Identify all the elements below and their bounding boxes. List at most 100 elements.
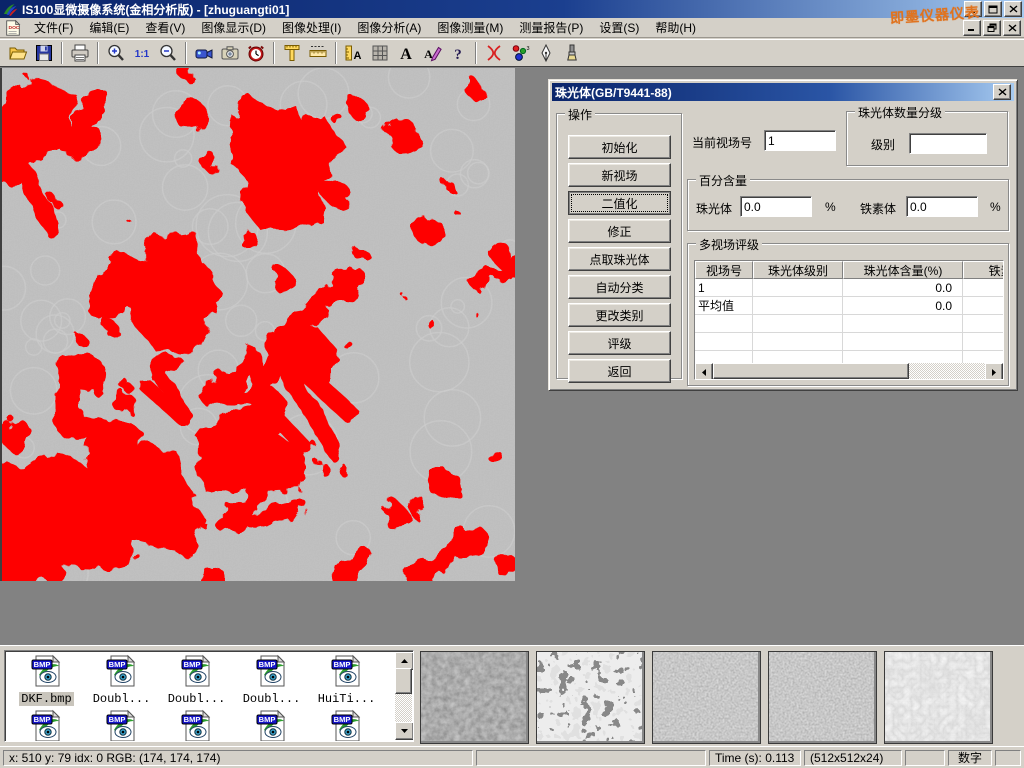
toolbar-separator [475,42,477,64]
measure-annotate-button[interactable]: A [341,41,367,65]
file-item[interactable]: BMP [234,709,309,742]
menu-item-1[interactable]: 编辑(E) [81,16,137,39]
file-item[interactable]: BMP [309,709,384,742]
op-button[interactable]: 点取珠光体 [568,247,671,271]
scroll-track[interactable] [713,363,985,379]
table-cell [695,333,753,350]
op-button[interactable]: 新视场 [568,163,671,187]
thumbnail-2[interactable] [536,651,645,744]
file-item[interactable]: BMPHuiTi... [309,654,384,706]
op-button[interactable]: 初始化 [568,135,671,159]
thumbnail-4[interactable] [768,651,877,744]
mdi-restore-button[interactable] [983,20,1001,36]
text-annotation-button[interactable]: A [393,41,419,65]
ruler-measure-button[interactable] [305,41,331,65]
level-label: 级别 [871,136,895,153]
print-button[interactable] [67,41,93,65]
table-row[interactable] [695,315,1003,333]
caliper-measure-button[interactable] [279,41,305,65]
svg-text:?: ? [454,47,462,63]
grid-tool-button[interactable] [367,41,393,65]
brush-tool-button[interactable] [559,41,585,65]
table-cell [963,315,1003,332]
current-field-input[interactable] [764,130,836,151]
menu-item-2[interactable]: 查看(V) [137,16,193,39]
status-spacer-panel [476,750,706,766]
table-horizontal-scrollbar[interactable] [695,363,1003,379]
menu-item-9[interactable]: 帮助(H) [647,16,704,39]
table-row[interactable] [695,333,1003,351]
file-item[interactable]: BMPDoubl... [159,654,234,706]
file-item[interactable]: BMP [84,709,159,742]
file-item[interactable]: BMP [9,709,84,742]
mdi-close-button[interactable] [1003,20,1021,36]
text-edit-button[interactable]: A [419,41,445,65]
micrograph-image[interactable] [2,68,515,581]
table-row[interactable]: 平均值0.0 [695,297,1003,315]
zoom-in-button[interactable] [103,41,129,65]
zoom-out-button[interactable] [155,41,181,65]
ferrite-percent-input[interactable] [906,196,978,217]
thumbnail-1[interactable] [420,651,529,744]
table-cell [843,315,963,332]
table-cell [963,333,1003,350]
maximize-button[interactable] [984,1,1002,17]
help-button[interactable]: ? [445,41,471,65]
video-capture-button[interactable] [191,41,217,65]
particle-classify-button[interactable]: 3 [507,41,533,65]
menu-item-6[interactable]: 图像测量(M) [429,16,511,39]
scroll-thumb[interactable] [713,363,909,379]
menu-item-7[interactable]: 测量报告(P) [511,16,591,39]
op-button[interactable]: 评级 [568,331,671,355]
level-input[interactable] [909,133,987,154]
close-button[interactable] [1004,1,1022,17]
curve-tool-button[interactable] [481,41,507,65]
pearlite-percent-input[interactable] [740,196,812,217]
file-name: Doubl... [241,692,303,706]
op-button[interactable]: 二值化 [568,191,671,215]
op-button[interactable]: 更改类别 [568,303,671,327]
table-cell: 0.0 [843,279,963,296]
table-row[interactable]: 10.0 [695,279,1003,297]
file-list-scrollbar[interactable] [395,652,412,740]
file-item[interactable]: BMPDoubl... [234,654,309,706]
timer-button[interactable] [243,41,269,65]
dialog-close-button[interactable] [993,84,1011,100]
bmp-file-icon: BMP [180,709,214,742]
multi-field-table: 视场号珠光体级别珠光体含量(%)铁素体含量(%) 10.0平均值0.0 [694,260,1004,380]
scroll-down-button[interactable] [395,722,414,740]
actual-size-icon: 1:1 [132,43,152,63]
menu-item-3[interactable]: 图像显示(D) [193,16,274,39]
svg-text:DOC: DOC [9,24,20,30]
close-icon [1009,5,1018,13]
thumbnail-5[interactable] [884,651,993,744]
arrow-left-icon [701,369,707,376]
open-file-button[interactable] [5,41,31,65]
thumbnail-3[interactable] [652,651,761,744]
mdi-minimize-button[interactable] [963,20,981,36]
menu-item-4[interactable]: 图像处理(I) [274,16,349,39]
scroll-right-button[interactable] [985,363,1003,380]
file-item[interactable]: BMP [159,709,234,742]
file-item[interactable]: BMPDKF.bmp [9,654,84,706]
op-button[interactable]: 返回 [568,359,671,383]
bmp-file-icon: BMP [255,709,289,742]
menu-item-0[interactable]: 文件(F) [26,16,81,39]
minimize-button[interactable] [964,1,982,17]
table-cell [695,315,753,332]
measure-text-icon: A [344,43,364,63]
menu-item-8[interactable]: 设置(S) [591,16,647,39]
dialog-title-bar[interactable]: 珠光体(GB/T9441-88) [552,83,1014,101]
photo-capture-button[interactable] [217,41,243,65]
scroll-thumb[interactable] [395,668,412,694]
table-cell: 1 [695,279,753,296]
op-button[interactable]: 修正 [568,219,671,243]
file-item[interactable]: BMPDoubl... [84,654,159,706]
menu-item-5[interactable]: 图像分析(A) [349,16,429,39]
pearlite-unit: % [825,200,836,214]
scroll-left-button[interactable] [695,363,713,380]
op-button[interactable]: 自动分类 [568,275,671,299]
save-button[interactable] [31,41,57,65]
actual-size-button[interactable]: 1:1 [129,41,155,65]
pen-tool-button[interactable] [533,41,559,65]
